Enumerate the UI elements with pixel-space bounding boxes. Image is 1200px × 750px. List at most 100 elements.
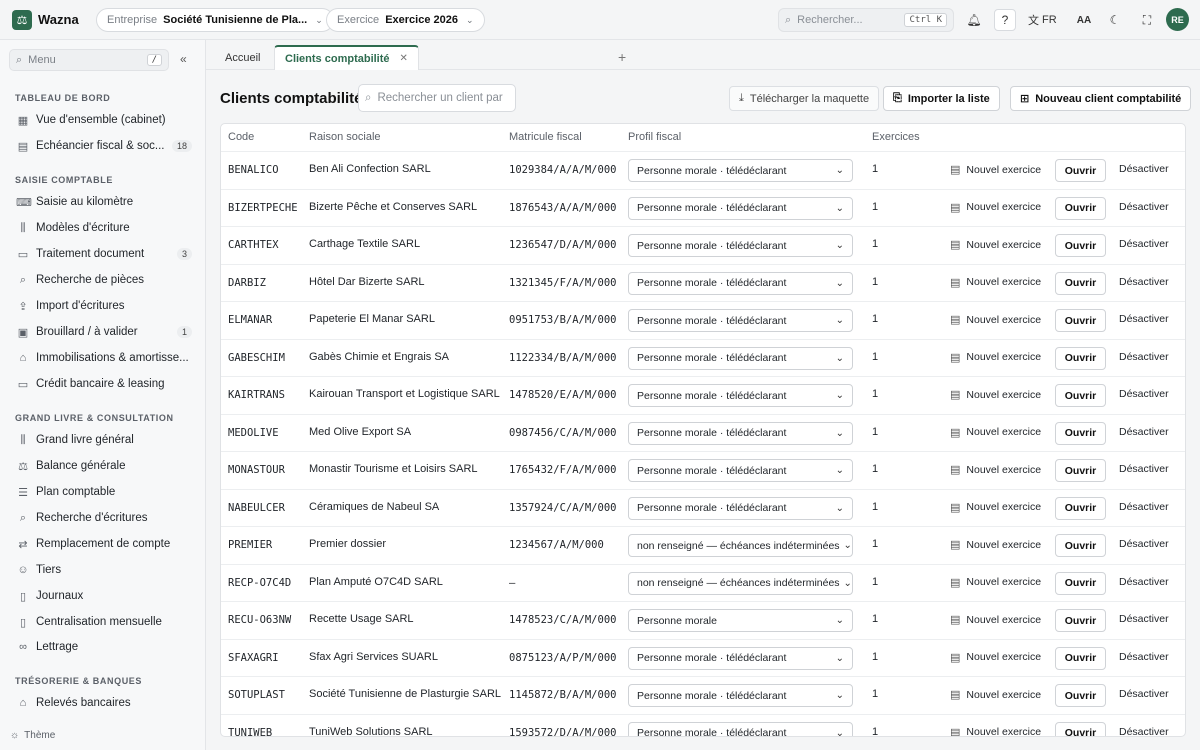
- new-exercise-link[interactable]: ▤ Nouvel exercice: [950, 501, 1041, 514]
- deactivate-button[interactable]: Désactiver: [1119, 576, 1169, 588]
- download-template-button[interactable]: ⤓ Télécharger la maquette: [729, 86, 880, 111]
- sidebar-item-import-ecritures[interactable]: ⇪ Import d'écritures: [8, 295, 192, 317]
- open-button[interactable]: Ouvrir: [1055, 234, 1106, 257]
- exercice-selector[interactable]: Exercice Exercice 2026 ⌄: [326, 8, 485, 32]
- profil-fiscal-select[interactable]: Personne morale · télédéclarant ⌄: [628, 346, 853, 370]
- tab-clients-comptabilite[interactable]: Clients comptabilité ✕: [274, 45, 419, 70]
- deactivate-button[interactable]: Désactiver: [1119, 538, 1169, 550]
- profil-fiscal-select[interactable]: Personne morale · télédéclarant ⌄: [628, 421, 853, 445]
- open-button[interactable]: Ouvrir: [1055, 646, 1106, 670]
- bell-icon[interactable]: 🔔︎: [963, 9, 985, 31]
- sidebar-item-remplacement-compte[interactable]: ⇄ Remplacement de compte: [8, 533, 192, 555]
- sidebar-item-releves-bancaires[interactable]: ⌂ Relevés bancaires: [8, 692, 192, 714]
- close-icon[interactable]: ✕: [400, 53, 408, 64]
- open-button[interactable]: Ouvrir: [1055, 571, 1106, 595]
- new-exercise-link[interactable]: ▤ Nouvel exercice: [950, 463, 1041, 477]
- deactivate-button[interactable]: Désactiver: [1119, 726, 1169, 737]
- profil-fiscal-select[interactable]: Personne morale · télédéclarant ⌄: [628, 159, 853, 182]
- sidebar-item-centralisation[interactable]: ▯ Centralisation mensuelle: [8, 611, 192, 633]
- open-button[interactable]: Ouvrir: [1055, 159, 1106, 182]
- sidebar-item-echeancier[interactable]: ▤ Échéancier fiscal & soc... 18: [8, 135, 192, 157]
- scales-icon[interactable]: ⚖: [12, 10, 32, 30]
- deactivate-button[interactable]: Désactiver: [1119, 388, 1169, 400]
- deactivate-button[interactable]: Désactiver: [1119, 201, 1169, 213]
- sidebar-item-grand-livre[interactable]: ⫼ Grand livre général: [8, 429, 192, 451]
- sidebar-item-lettrage[interactable]: ∞ Lettrage: [8, 636, 192, 658]
- profil-fiscal-select[interactable]: Personne morale · télédéclarant ⌄: [628, 309, 853, 332]
- sidebar-item-credit-bancaire[interactable]: ▭ Crédit bancaire & leasing: [8, 373, 192, 395]
- open-button[interactable]: Ouvrir: [1055, 684, 1106, 707]
- global-search[interactable]: ⌕ Rechercher... Ctrl K: [778, 8, 954, 32]
- deactivate-button[interactable]: Désactiver: [1119, 163, 1169, 175]
- sidebar-item-saisie-kilometre[interactable]: ⌨ Saisie au kilomètre: [8, 191, 192, 213]
- new-exercise-link[interactable]: ▤ Nouvel exercice: [950, 276, 1041, 289]
- deactivate-button[interactable]: Désactiver: [1119, 613, 1169, 625]
- new-exercise-link[interactable]: ▤ Nouvel exercice: [950, 538, 1041, 552]
- new-exercise-link[interactable]: ▤ Nouvel exercice: [950, 313, 1041, 327]
- new-exercise-link[interactable]: ▤ Nouvel exercice: [950, 576, 1041, 589]
- deactivate-button[interactable]: Désactiver: [1119, 351, 1169, 363]
- profil-fiscal-select[interactable]: Personne morale · télédéclarant ⌄: [628, 384, 853, 407]
- deactivate-button[interactable]: Désactiver: [1119, 463, 1169, 475]
- deactivate-button[interactable]: Désactiver: [1119, 276, 1169, 288]
- open-button[interactable]: Ouvrir: [1055, 271, 1106, 295]
- font-size-button[interactable]: AA: [1073, 9, 1095, 31]
- new-exercise-link[interactable]: ▤ Nouvel exercice: [950, 201, 1041, 214]
- new-exercise-link[interactable]: ▤ Nouvel exercice: [950, 651, 1041, 664]
- moon-icon[interactable]: ☾: [1104, 9, 1126, 31]
- deactivate-button[interactable]: Désactiver: [1119, 651, 1169, 663]
- profil-fiscal-select[interactable]: Personne morale · télédéclarant ⌄: [628, 684, 853, 707]
- new-exercise-link[interactable]: ▤ Nouvel exercice: [950, 688, 1041, 702]
- open-button[interactable]: Ouvrir: [1055, 384, 1106, 407]
- entreprise-selector[interactable]: Entreprise Société Tunisienne de Pla... …: [96, 8, 334, 32]
- sidebar-item-immobilisations[interactable]: ⌂ Immobilisations & amortisse...: [8, 347, 192, 369]
- sidebar-item-balance[interactable]: ⚖ Balance générale: [8, 455, 192, 477]
- new-client-button[interactable]: ⊞ Nouveau client comptabilité: [1010, 86, 1192, 111]
- profil-fiscal-select[interactable]: Personne morale · télédéclarant ⌄: [628, 459, 853, 482]
- open-button[interactable]: Ouvrir: [1055, 196, 1106, 220]
- new-exercise-link[interactable]: ▤ Nouvel exercice: [950, 613, 1041, 627]
- open-button[interactable]: Ouvrir: [1055, 534, 1106, 557]
- profil-fiscal-select[interactable]: Personne morale · télédéclarant ⌄: [628, 721, 853, 736]
- deactivate-button[interactable]: Désactiver: [1119, 426, 1169, 438]
- profil-fiscal-select[interactable]: Personne morale · télédéclarant ⌄: [628, 234, 853, 257]
- sidebar-item-brouillard[interactable]: ▣ Brouillard / à valider 1: [8, 321, 192, 343]
- open-button[interactable]: Ouvrir: [1055, 459, 1106, 482]
- profil-fiscal-select[interactable]: Personne morale · télédéclarant ⌄: [628, 271, 853, 295]
- sidebar-item-tiers[interactable]: ☺ Tiers: [8, 559, 192, 581]
- client-search-input[interactable]: ⌕ Rechercher un client par: [358, 84, 516, 112]
- import-list-button[interactable]: ⎘ Importer la liste: [883, 86, 1000, 111]
- profil-fiscal-select[interactable]: Personne morale · télédéclarant ⌄: [628, 196, 853, 220]
- fullscreen-icon[interactable]: ⛶: [1136, 9, 1158, 31]
- new-exercise-link[interactable]: ▤ Nouvel exercice: [950, 426, 1041, 439]
- profil-fiscal-select[interactable]: Personne morale ⌄: [628, 609, 853, 632]
- sidebar-item-journaux[interactable]: ▯ Journaux: [8, 585, 192, 607]
- sidebar-item-recherche-pieces[interactable]: ⌕ Recherche de pièces: [8, 269, 192, 291]
- new-exercise-link[interactable]: ▤ Nouvel exercice: [950, 163, 1041, 177]
- open-button[interactable]: Ouvrir: [1055, 309, 1106, 332]
- profil-fiscal-select[interactable]: non renseigné — échéances indéterminées ⌄: [628, 534, 853, 557]
- open-button[interactable]: Ouvrir: [1055, 421, 1106, 445]
- collapse-sidebar-icon[interactable]: «: [180, 52, 187, 66]
- new-exercise-link[interactable]: ▤ Nouvel exercice: [950, 351, 1041, 364]
- sidebar-item-modeles[interactable]: ⫼ Modèles d'écriture: [8, 217, 192, 239]
- open-button[interactable]: Ouvrir: [1055, 721, 1106, 736]
- open-button[interactable]: Ouvrir: [1055, 609, 1106, 632]
- profil-fiscal-select[interactable]: Personne morale · télédéclarant ⌄: [628, 496, 853, 520]
- sidebar-item-traitement-document[interactable]: ▭ Traitement document 3: [8, 243, 192, 265]
- open-button[interactable]: Ouvrir: [1055, 496, 1106, 520]
- deactivate-button[interactable]: Désactiver: [1119, 501, 1169, 513]
- tab-accueil[interactable]: Accueil: [215, 45, 270, 70]
- deactivate-button[interactable]: Désactiver: [1119, 313, 1169, 325]
- new-exercise-link[interactable]: ▤ Nouvel exercice: [950, 726, 1041, 736]
- sidebar-item-vue-ensemble[interactable]: ▦ Vue d'ensemble (cabinet): [8, 109, 192, 131]
- deactivate-button[interactable]: Désactiver: [1119, 688, 1169, 700]
- menu-search-input[interactable]: ⌕ Menu /: [9, 49, 169, 71]
- sidebar-item-recherche-ecritures[interactable]: ⌕ Recherche d'écritures: [8, 507, 192, 529]
- language-button[interactable]: 文 FR: [1028, 9, 1057, 31]
- help-button[interactable]: ?: [994, 9, 1016, 31]
- avatar[interactable]: RE: [1166, 8, 1189, 31]
- profil-fiscal-select[interactable]: Personne morale · télédéclarant ⌄: [628, 646, 853, 670]
- profil-fiscal-select[interactable]: non renseigné — échéances indéterminées ⌄: [628, 571, 853, 595]
- deactivate-button[interactable]: Désactiver: [1119, 238, 1169, 250]
